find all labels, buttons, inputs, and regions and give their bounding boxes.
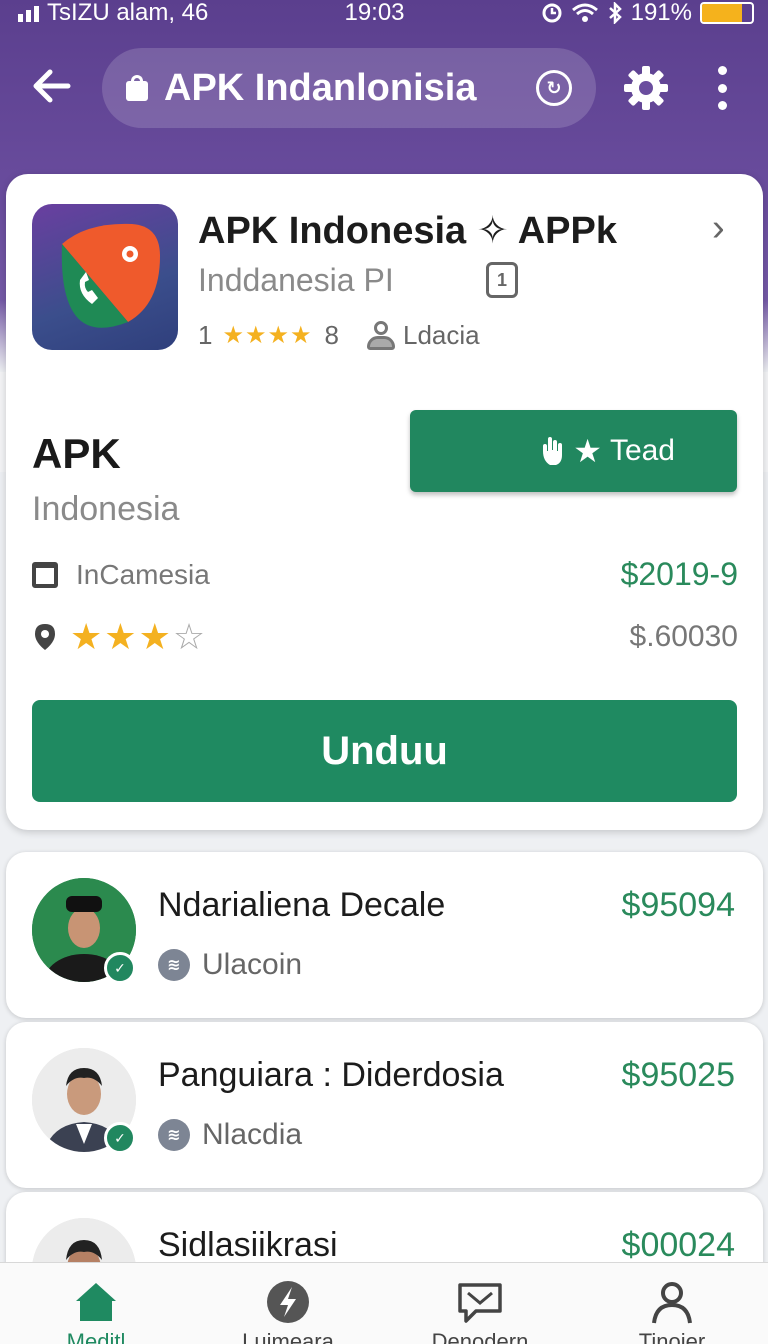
coin-icon: ≋ (158, 1119, 190, 1151)
item-price: $00024 (621, 1226, 735, 1264)
settings-button[interactable] (622, 64, 670, 112)
nav-tab-home[interactable]: Meditl (0, 1263, 192, 1344)
nav-tab-profile[interactable]: Tinoier (576, 1263, 768, 1344)
bluetooth-icon (608, 2, 622, 24)
item-subtitle: ≋ Nlacdia (158, 1118, 302, 1152)
user-icon (367, 320, 395, 351)
back-button[interactable] (22, 64, 82, 112)
category-row: InCamesia $2019-9 (32, 556, 738, 593)
gear-icon (624, 66, 668, 110)
battery-icon (700, 2, 754, 24)
url-text: APK Indanlonisia (164, 66, 477, 109)
item-subtitle-text: Ulacoin (202, 948, 303, 981)
browser-toolbar: APK Indanlonisia ↻ (0, 48, 768, 128)
item-name: Sidlasiikrasi (158, 1226, 338, 1264)
app-logo[interactable] (32, 204, 178, 350)
carrier-text: TsIZU alam, 46 (47, 0, 209, 26)
status-left: TsIZU alam, 46 (18, 0, 208, 27)
read-button-icons: ★ (541, 432, 602, 470)
coin-icon: ≋ (158, 949, 190, 981)
star-filled-icon: ★ (138, 616, 173, 657)
item-price: $95025 (621, 1056, 735, 1094)
item-name: Panguiara : Diderdosia (158, 1056, 504, 1094)
arrow-left-icon (33, 69, 71, 103)
nav-label: Tinoier (638, 1329, 706, 1344)
read-button[interactable]: ★ Tead (410, 410, 737, 492)
verified-icon: ✓ (104, 952, 136, 984)
list-item[interactable]: ✓ Panguiara : Diderdosia $95025 ≋ Nlacdi… (6, 1022, 763, 1188)
nav-label: Luimeara (242, 1329, 334, 1344)
lock-icon (126, 75, 148, 101)
star-empty-icon: ☆ (172, 616, 208, 657)
category: InCamesia (32, 559, 210, 591)
address-bar[interactable]: APK Indanlonisia ↻ (102, 48, 596, 128)
section-title: APK (32, 430, 121, 477)
nav-label: Meditl (66, 1329, 126, 1344)
phone-device-icon: 1 (486, 262, 518, 298)
wifi-icon (571, 3, 598, 22)
status-right: 191% (541, 0, 754, 27)
phone-app-icon (61, 223, 160, 328)
read-button-label: Tead (609, 434, 675, 467)
home-icon (76, 1283, 116, 1321)
stars-row: ★★★☆ $.60030 (32, 616, 738, 658)
chat-icon (458, 1283, 502, 1323)
nav-label: Denodern (431, 1329, 529, 1344)
avatar: ✓ (32, 1048, 136, 1154)
price-primary: $2019-9 (620, 556, 738, 592)
avatar: ✓ (32, 878, 136, 984)
app-detail-card: APK Indonesia ✧ APPk › Inddanesia PI 1 1… (6, 174, 763, 830)
category-label: InCamesia (76, 558, 210, 590)
hand-icon (543, 437, 563, 465)
bolt-icon (267, 1281, 309, 1323)
location-pin-icon (35, 624, 55, 650)
alarm-icon (542, 3, 562, 23)
clock: 19:03 (344, 0, 405, 26)
signal-icon (18, 4, 39, 22)
rating-stars: ★★★★ (222, 322, 313, 349)
publisher-name[interactable]: Ldacia (403, 320, 480, 351)
star-rating: ★★★☆ (70, 616, 207, 658)
reload-icon[interactable]: ↻ (536, 70, 572, 106)
star-icon: ★ (573, 433, 602, 469)
item-name: Ndarialiena Decale (158, 886, 446, 924)
list-item[interactable]: ✓ Ndarialiena Decale $95094 ≋ Ulacoin (6, 852, 763, 1018)
profile-icon (652, 1282, 692, 1324)
location-rating: ★★★☆ (32, 616, 207, 658)
rating-row: 1 ★★★★ 8 Ldacia (198, 320, 480, 351)
status-bar: TsIZU alam, 46 19:03 191% (0, 0, 768, 26)
item-subtitle: ≋ Ulacoin (158, 948, 302, 982)
item-subtitle-text: Nlacdia (202, 1118, 303, 1151)
rating-count: 8 (324, 320, 339, 350)
nav-tab-bolt[interactable]: Luimeara (192, 1263, 384, 1344)
section-subtitle: Indonesia (32, 490, 180, 528)
download-button[interactable]: Unduu (32, 700, 737, 802)
rating-number: 1 (198, 320, 213, 350)
app-title: APK Indonesia ✧ APPk (198, 210, 617, 252)
verified-icon: ✓ (104, 1122, 136, 1154)
price-secondary: $.60030 (629, 620, 738, 653)
chevron-right-icon[interactable]: › (712, 209, 742, 247)
item-price: $95094 (621, 886, 735, 924)
nav-tab-chat[interactable]: Denodern (384, 1263, 576, 1344)
more-options-button[interactable] (704, 66, 740, 110)
battery-percent: 191% (630, 0, 692, 26)
app-subtitle: Inddanesia PI (198, 262, 394, 298)
star-filled-icon: ★ (104, 616, 139, 657)
bottom-navigation: Meditl Luimeara Denodern Tinoier (0, 1262, 768, 1344)
window-icon (32, 561, 58, 588)
star-filled-icon: ★ (70, 616, 105, 657)
